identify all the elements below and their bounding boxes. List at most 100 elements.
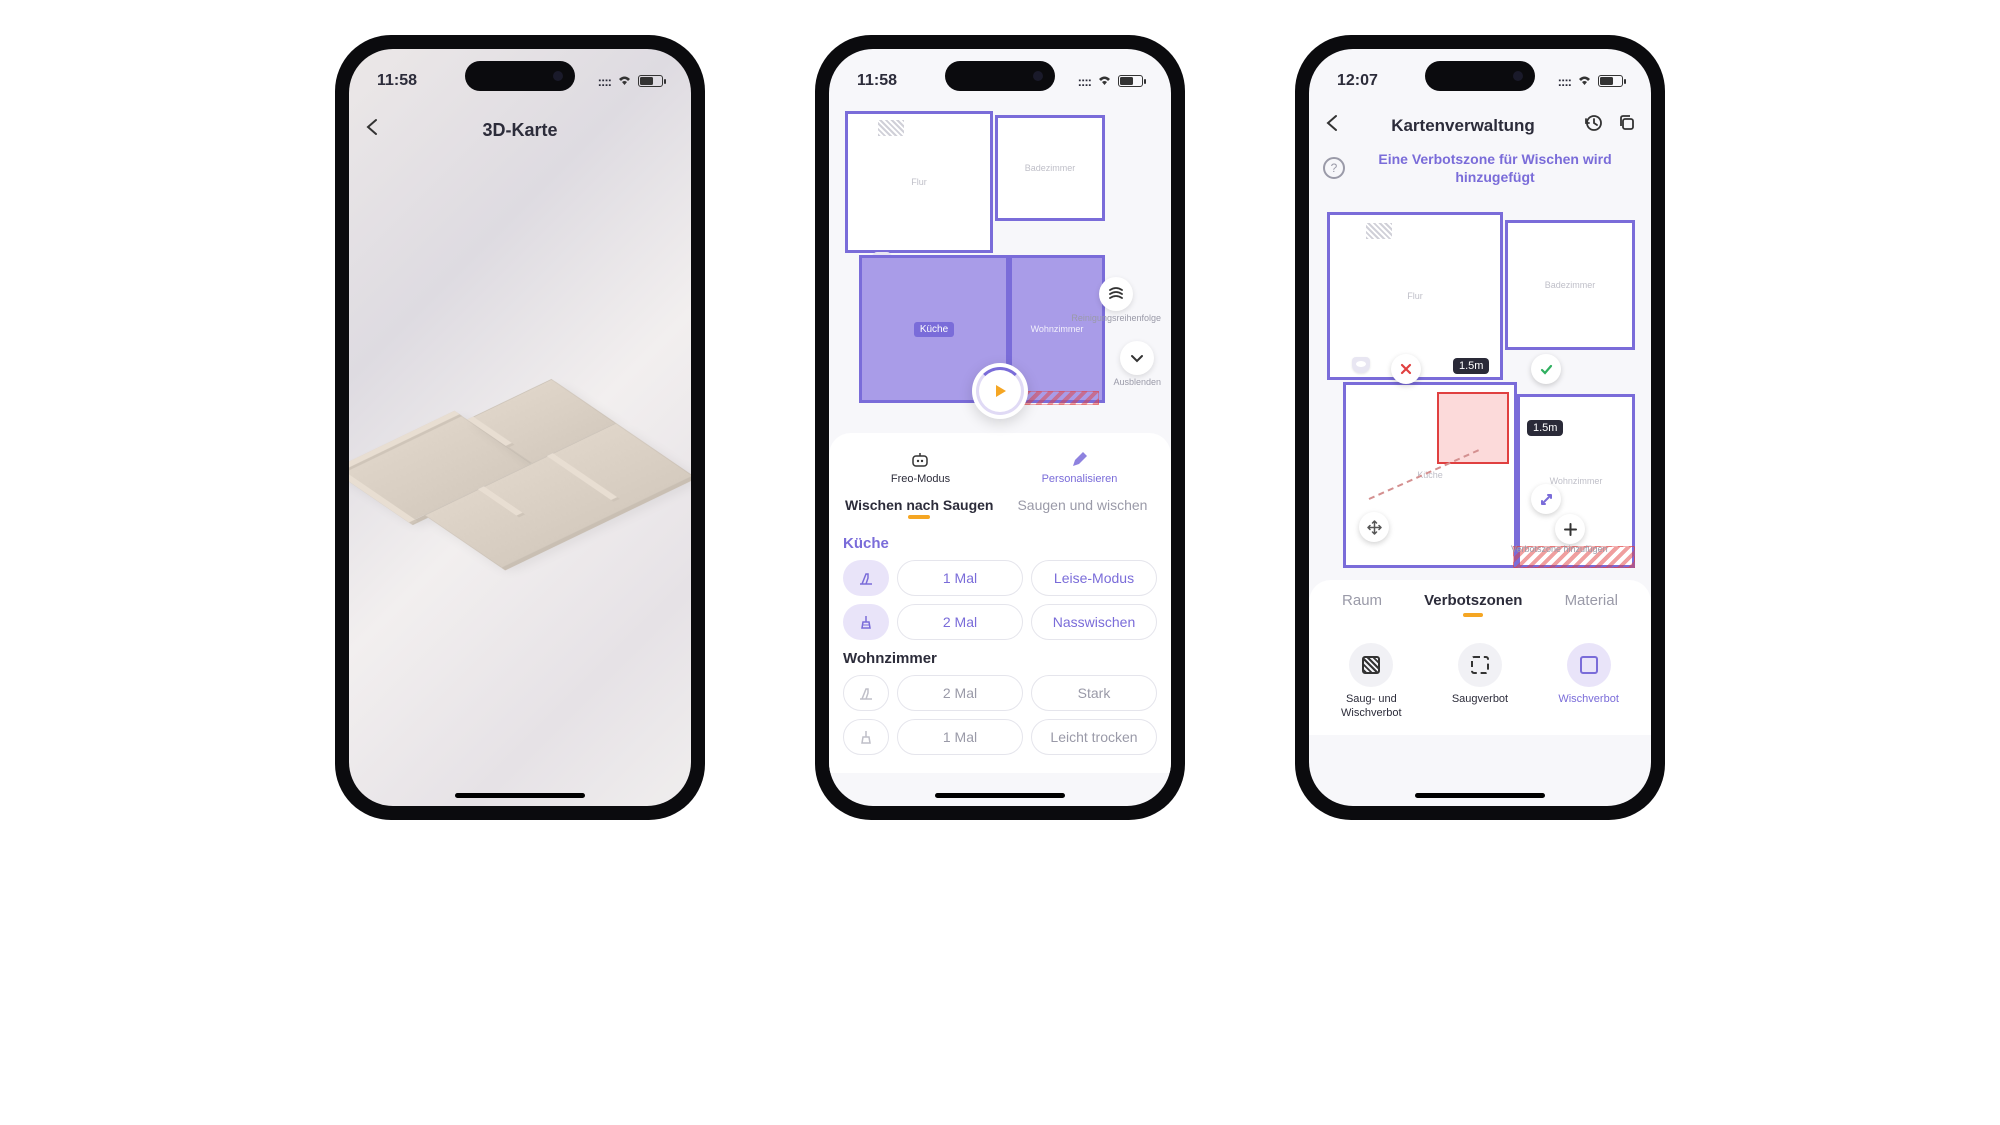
wifi-icon [1576,73,1593,90]
battery-icon [638,75,663,87]
carpet-icon [1366,223,1392,239]
copy-button[interactable] [1617,113,1637,138]
room-label: Flur [911,177,927,187]
phone-map-management: 12:07 :::: Kartenverwaltung [1295,35,1665,820]
hide-control: Ausblenden [1113,341,1161,391]
history-button[interactable] [1583,113,1603,138]
play-icon [992,383,1008,399]
nogo-both-icon [1349,643,1393,687]
home-indicator[interactable] [1415,793,1545,798]
kueche-mop-power[interactable]: Nasswischen [1031,604,1157,640]
room-bad[interactable]: Badezimmer [995,115,1105,221]
status-icons: :::: [598,73,663,90]
vacuum-icon[interactable] [843,560,889,596]
mop-icon[interactable] [843,604,889,640]
kueche-mop-times[interactable]: 2 Mal [897,604,1023,640]
page-title: 3D-Karte [482,120,557,141]
tab-freo-mode[interactable]: Freo-Modus [854,451,988,485]
cellular-icon: :::: [598,74,611,89]
hide-button[interactable] [1120,341,1154,375]
room-label-selected: Küche [914,322,954,337]
wohn-vacuum-row: 2 Mal Stark [843,675,1157,711]
dock-icon [1352,357,1370,373]
status-time: 11:58 [857,72,897,90]
wohn-vac-times[interactable]: 2 Mal [897,675,1023,711]
screen-cleaning: 11:58 :::: Flur Badezimmer Küche [829,49,1171,806]
help-button[interactable]: ? [1323,157,1345,179]
back-button[interactable] [1323,113,1343,138]
clean-type-tabs: Wischen nach Saugen Saugen und wischen [829,489,1171,519]
room-heading-wohn: Wohnzimmer [843,650,1157,667]
measurement-height: 1.5m [1527,420,1563,436]
subheading-row: ? Eine Verbotszone für Wischen wird hinz… [1309,146,1651,194]
tab-personalize[interactable]: Personalisieren [1013,451,1147,485]
cleaning-order-label: Reinigungsreihenfolge [1071,313,1161,323]
device-notch [1425,61,1535,91]
room-heading-kueche: Küche [843,535,1157,552]
tab-raum[interactable]: Raum [1342,592,1382,609]
wohn-vac-power[interactable]: Stark [1031,675,1157,711]
room-label: Flur [1407,291,1423,301]
room-flur[interactable]: Flur [845,111,993,253]
home-indicator[interactable] [455,793,585,798]
phone-3d-map: 11:58 :::: 3D-Karte [335,35,705,820]
page-title: Kartenverwaltung [1391,116,1535,136]
floorplan-editor[interactable]: Flur Badezimmer Küche Wohnzimmer [1309,194,1651,594]
room-settings-list: Küche 1 Mal Leise-Modus 2 Mal Nasswische… [829,519,1171,773]
add-zone-hint: Verbotszone hinzufügen [1511,544,1608,554]
tab-material[interactable]: Material [1565,592,1618,609]
zone-type-picker: Saug- und Wischverbot Saugverbot Wischve… [1309,615,1651,735]
device-notch [945,61,1055,91]
battery-icon [1598,75,1623,87]
tab-verbotszonen[interactable]: Verbotszonen [1424,592,1522,609]
header-actions [1583,113,1637,138]
room-label: Badezimmer [1025,163,1076,173]
nogo-mop-icon [1567,643,1611,687]
robot-icon [909,451,931,469]
wifi-icon [1096,73,1113,90]
kueche-vac-times[interactable]: 1 Mal [897,560,1023,596]
carpet-icon [878,120,904,136]
vacuum-icon[interactable] [843,675,889,711]
phone-cleaning-settings: 11:58 :::: Flur Badezimmer Küche [815,35,1185,820]
wohn-mop-row: 1 Mal Leicht trocken [843,719,1157,755]
cellular-icon: :::: [1078,74,1091,89]
subheading-text: Eine Verbotszone für Wischen wird hinzug… [1353,150,1637,186]
room-bad[interactable]: Badezimmer [1505,220,1635,350]
wohn-mop-times[interactable]: 1 Mal [897,719,1023,755]
status-time: 11:58 [377,72,417,90]
kueche-vacuum-row: 1 Mal Leise-Modus [843,560,1157,596]
mop-icon[interactable] [843,719,889,755]
tab-mop-after-vac[interactable]: Wischen nach Saugen [845,497,993,513]
device-notch [465,61,575,91]
cellular-icon: :::: [1558,74,1571,89]
cleaning-order-button[interactable] [1099,277,1133,311]
room-label: Badezimmer [1545,280,1596,290]
screen-3d-map: 11:58 :::: 3D-Karte [349,49,691,806]
nogo-strip [1017,391,1099,405]
status-icons: :::: [1078,73,1143,90]
back-button[interactable] [363,117,383,143]
play-button[interactable] [972,363,1028,419]
kueche-mop-row: 2 Mal Nasswischen [843,604,1157,640]
kueche-vac-power[interactable]: Leise-Modus [1031,560,1157,596]
home-indicator[interactable] [935,793,1065,798]
zone-type-both[interactable]: Saug- und Wischverbot [1322,643,1420,721]
status-time: 12:07 [1337,72,1378,90]
room-flur[interactable]: Flur [1327,212,1503,380]
zone-type-vac[interactable]: Saugverbot [1431,643,1529,721]
wohn-mop-power[interactable]: Leicht trocken [1031,719,1157,755]
tab-vac-and-mop[interactable]: Saugen und wischen [1017,497,1147,513]
pencil-icon [1070,451,1088,469]
wifi-icon [616,73,633,90]
tab-label: Freo-Modus [891,473,950,485]
mode-tabs: Freo-Modus Personalisieren [829,433,1171,489]
page-header: Kartenverwaltung [1309,105,1651,146]
measurement-width: 1.5m [1453,358,1489,374]
zone-type-mop[interactable]: Wischverbot [1540,643,1638,721]
battery-icon [1118,75,1143,87]
isometric-floorplan[interactable] [349,363,691,575]
confirm-zone-button[interactable] [1531,354,1561,384]
nogo-vac-icon [1458,643,1502,687]
order-control: Reinigungsreihenfolge [1071,277,1161,327]
